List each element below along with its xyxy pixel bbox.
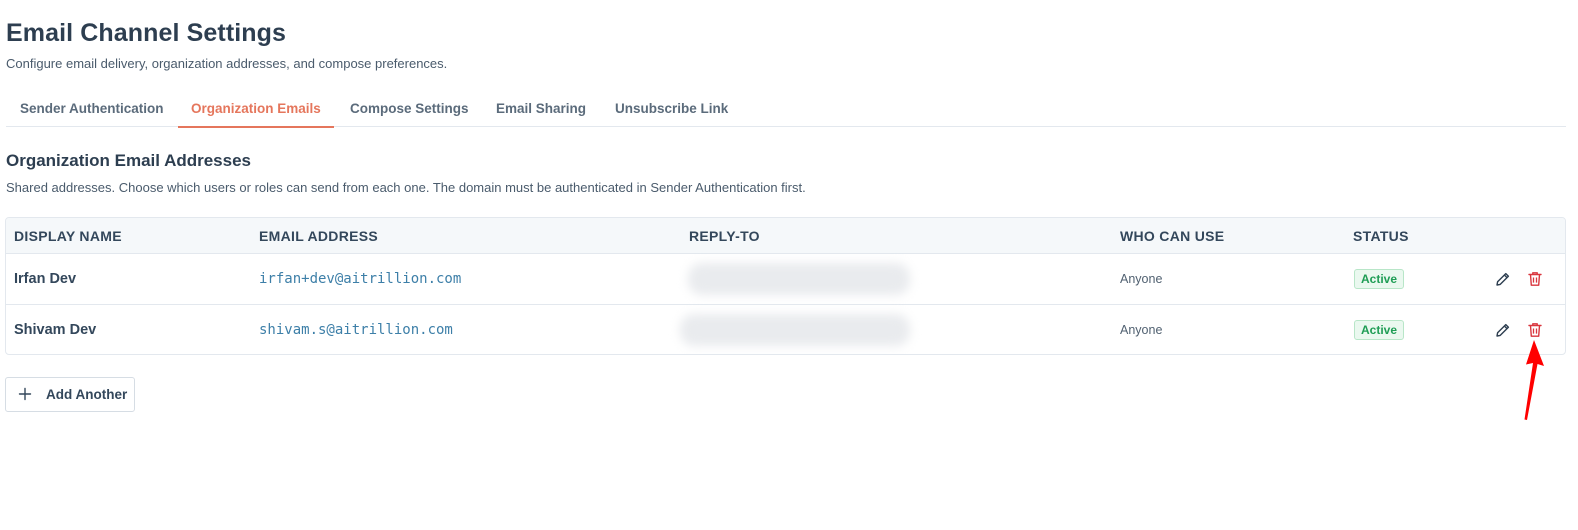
plus-icon xyxy=(18,387,32,401)
status-badge: Active xyxy=(1354,269,1405,289)
section-description: Shared addresses. Choose which users or … xyxy=(6,180,806,195)
delete-button[interactable] xyxy=(1526,270,1544,288)
table-header: DISPLAY NAME EMAIL ADDRESS REPLY-TO WHO … xyxy=(6,218,1565,254)
display-name-cell: Shivam Dev xyxy=(14,322,97,338)
column-header-reply-to: REPLY-TO xyxy=(689,228,760,244)
tab-bar: Sender Authentication Organization Email… xyxy=(6,90,1566,128)
tab-organization-emails[interactable]: Organization Emails xyxy=(178,90,334,128)
email-table: DISPLAY NAME EMAIL ADDRESS REPLY-TO WHO … xyxy=(5,217,1566,355)
column-header-display-name: DISPLAY NAME xyxy=(14,228,122,244)
email-address-cell[interactable]: irfan+dev@aitrillion.com xyxy=(259,254,461,304)
page-subtitle: Configure email delivery, organization a… xyxy=(6,56,448,71)
pencil-icon xyxy=(1496,323,1510,337)
email-address-cell[interactable]: shivam.s@aitrillion.com xyxy=(259,305,453,354)
pencil-icon xyxy=(1496,272,1510,286)
who-can-use-cell: Anyone xyxy=(1120,272,1163,286)
table-row: Irfan Dev irfan+dev@aitrillion.com Anyon… xyxy=(6,254,1565,305)
column-header-status: STATUS xyxy=(1353,228,1409,244)
tab-compose-settings[interactable]: Compose Settings xyxy=(350,90,469,126)
reply-to-cell-redacted xyxy=(680,314,910,346)
add-another-label: Add Another xyxy=(46,387,128,402)
section-title: Organization Email Addresses xyxy=(6,151,251,170)
tab-email-sharing[interactable]: Email Sharing xyxy=(496,90,586,126)
who-can-use-cell: Anyone xyxy=(1120,323,1163,337)
reply-to-cell-redacted xyxy=(688,263,910,295)
status-badge: Active xyxy=(1354,320,1405,340)
edit-button[interactable] xyxy=(1494,270,1512,288)
add-another-button[interactable]: Add Another xyxy=(5,377,135,412)
page-title: Email Channel Settings xyxy=(6,19,287,47)
edit-button[interactable] xyxy=(1494,321,1512,339)
trash-icon xyxy=(1528,272,1542,286)
table-row: Shivam Dev shivam.s@aitrillion.com Anyon… xyxy=(6,305,1565,354)
display-name-cell: Irfan Dev xyxy=(14,271,77,287)
red-arrow-icon xyxy=(1524,340,1544,420)
tab-unsubscribe-link[interactable]: Unsubscribe Link xyxy=(615,90,728,126)
column-header-email-address: EMAIL ADDRESS xyxy=(259,228,379,244)
column-header-who-can-use: WHO CAN USE xyxy=(1120,228,1225,244)
tab-sender-authentication[interactable]: Sender Authentication xyxy=(20,90,164,126)
